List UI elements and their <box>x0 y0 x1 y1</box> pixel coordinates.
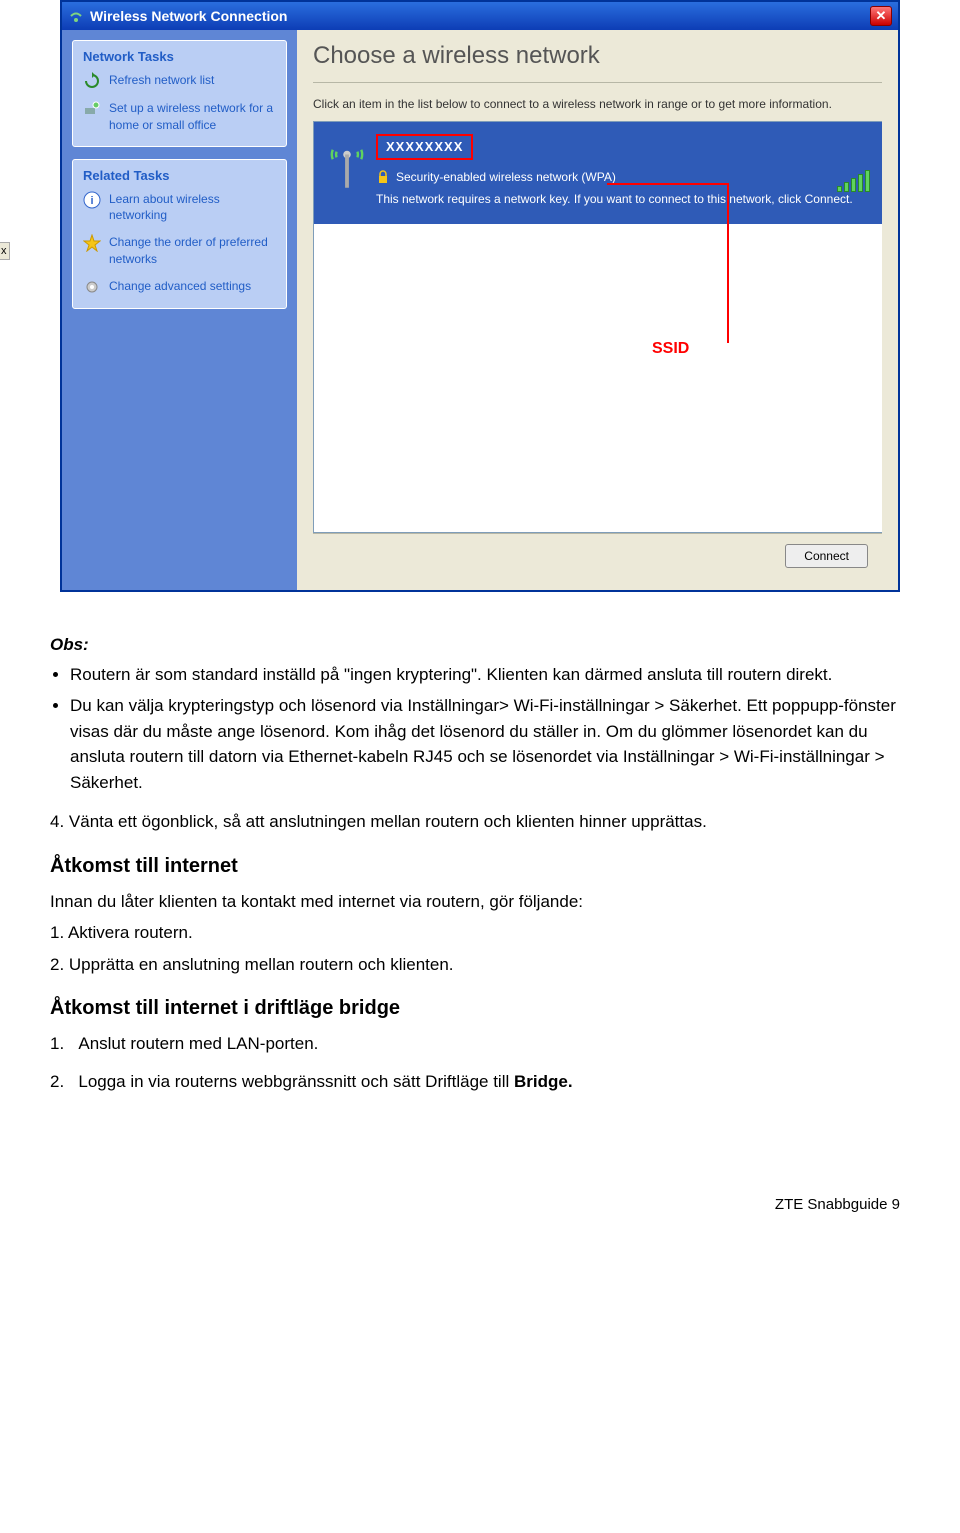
sidebar-item-change-order[interactable]: Change the order of preferred networks <box>83 234 276 268</box>
main-heading: Choose a wireless network <box>313 42 882 70</box>
panel-header: Network Tasks <box>83 49 276 64</box>
network-tasks-panel: Network Tasks Refresh network list Set u… <box>72 40 287 147</box>
signal-strength-icon <box>837 170 870 192</box>
sidebar-item-setup-network[interactable]: Set up a wireless network for a home or … <box>83 100 276 134</box>
sidebar-label: Refresh network list <box>109 72 214 89</box>
section-heading-access: Åtkomst till internet <box>50 851 910 881</box>
titlebar[interactable]: Wireless Network Connection ✕ <box>62 2 898 30</box>
sidebar-label: Change the order of preferred networks <box>109 234 276 268</box>
security-label: Security-enabled wireless network (WPA) <box>396 170 616 184</box>
bullet-item: Du kan välja krypteringstyp och lösenord… <box>70 693 910 795</box>
network-list: XXXXXXXX Security-enabled wireless netwo… <box>313 121 882 533</box>
instruction-text: Click an item in the list below to conne… <box>313 95 882 113</box>
star-icon <box>83 234 101 252</box>
section-heading-bridge: Åtkomst till internet i driftläge bridge <box>50 993 910 1023</box>
sidebar-label: Set up a wireless network for a home or … <box>109 100 276 134</box>
step-4: 4. Vänta ett ögonblick, så att anslutnin… <box>75 809 910 835</box>
sidebar-label: Learn about wireless networking <box>109 191 276 225</box>
ssid-highlight-box: XXXXXXXX <box>376 134 473 160</box>
list-item: 1. Aktivera routern. <box>50 920 910 946</box>
main-panel: Choose a wireless network Click an item … <box>297 30 898 590</box>
list-item: 2. Upprätta en anslutning mellan routern… <box>50 952 910 978</box>
ssid-callout-line <box>727 183 729 343</box>
network-item[interactable]: XXXXXXXX Security-enabled wireless netwo… <box>314 122 882 224</box>
list-item: 1. Anslut routern med LAN-porten. <box>75 1031 910 1057</box>
document-body: Obs: Routern är som standard inställd på… <box>0 592 960 1136</box>
bullet-item: Routern är som standard inställd på "ing… <box>70 662 910 688</box>
wifi-connection-icon <box>68 8 84 24</box>
button-row: Connect <box>313 533 882 578</box>
page-footer: ZTE Snabbguide 9 <box>0 1196 900 1213</box>
list-item: 2. Logga in via routerns webbgränssnitt … <box>75 1069 910 1095</box>
divider <box>313 82 882 83</box>
connect-button[interactable]: Connect <box>785 544 868 568</box>
info-icon: i <box>83 191 101 209</box>
sidebar-label: Change advanced settings <box>109 278 251 295</box>
network-description: This network requires a network key. If … <box>376 190 868 208</box>
lock-icon <box>376 170 390 184</box>
gear-icon <box>83 278 101 296</box>
ssid-callout-label: SSID <box>652 340 689 358</box>
svg-text:i: i <box>90 195 93 207</box>
obs-heading: Obs: <box>50 632 910 658</box>
wireless-connection-dialog: Wireless Network Connection ✕ Network Ta… <box>60 0 900 592</box>
window-title: Wireless Network Connection <box>90 8 287 24</box>
sidebar-item-advanced[interactable]: Change advanced settings <box>83 278 276 296</box>
ssid-name: XXXXXXXX <box>386 139 463 154</box>
related-tasks-panel: Related Tasks i Learn about wireless net… <box>72 159 287 309</box>
close-button[interactable]: ✕ <box>870 6 892 26</box>
sidebar-item-learn[interactable]: i Learn about wireless networking <box>83 191 276 225</box>
antenna-icon <box>328 134 366 194</box>
panel-header: Related Tasks <box>83 168 276 183</box>
sidebar: Network Tasks Refresh network list Set u… <box>62 30 297 590</box>
intro-text: Innan du låter klienten ta kontakt med i… <box>50 889 910 915</box>
obs-bullets: Routern är som standard inställd på "ing… <box>70 662 910 796</box>
refresh-icon <box>83 72 101 90</box>
setup-network-icon <box>83 100 101 118</box>
sidebar-item-refresh[interactable]: Refresh network list <box>83 72 276 90</box>
stray-marker: x <box>0 242 10 260</box>
